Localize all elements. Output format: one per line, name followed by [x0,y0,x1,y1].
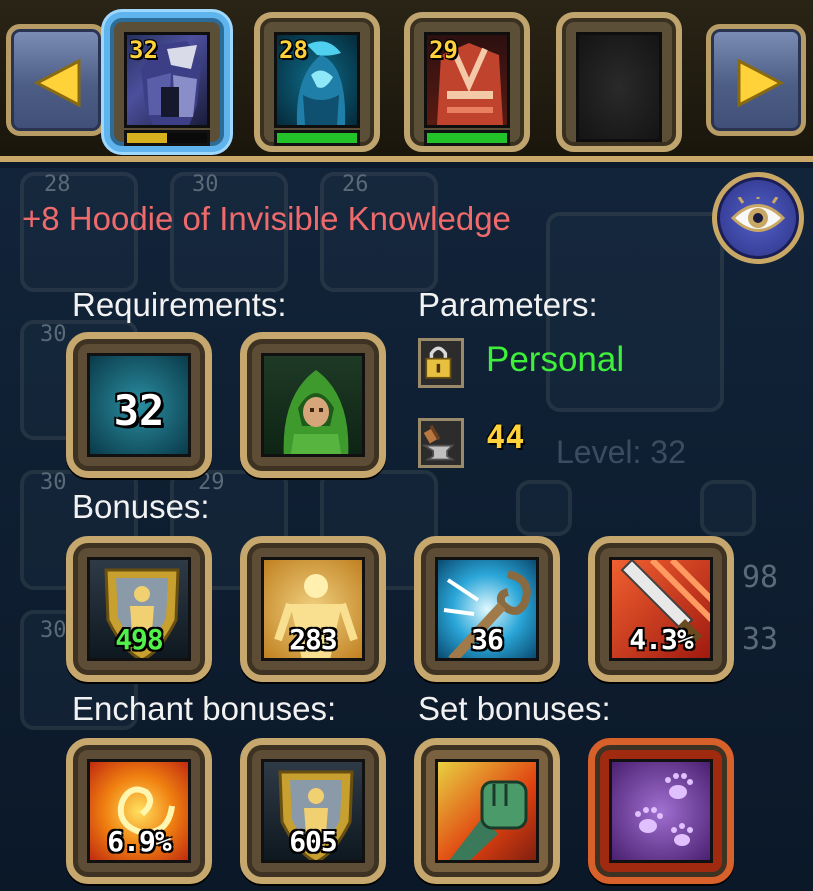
background-level: 26 [342,172,369,197]
character-progress-bar [424,130,510,146]
level-requirement-icon: 32 [87,353,191,457]
requirements-label: Requirements: [72,286,287,323]
background-level: 30 [40,470,67,495]
fire-swirl-icon: 6.9% [87,759,191,863]
enchant-bonus-value: 6.9% [107,825,171,858]
padlock-icon [418,338,464,388]
carousel-next-button[interactable] [706,24,806,136]
character-progress-bar [274,130,360,146]
parameters-label: Parameters: [418,286,598,323]
enchant-bonus-tile[interactable]: 6.9% [66,738,212,884]
armor-shield-icon: 605 [261,759,365,863]
character-progress-fill [277,133,357,143]
character-slot-empty[interactable] [556,12,682,152]
carousel-prev-button[interactable] [6,24,106,136]
ice-mage-icon: 28 [274,32,360,128]
background-stat: 98 [742,560,779,595]
character-slot-3[interactable]: 29 [404,12,530,152]
background-level: 30 [40,618,67,643]
background-equipment-slot [516,480,572,536]
bonus-value: 4.3% [629,623,693,656]
background-level: 28 [44,172,71,197]
character-slot-1[interactable]: 32 [104,12,230,152]
set-bonus-tile[interactable] [588,738,734,884]
background-stat: 33 [742,622,779,657]
stamina-figure-icon: 283 [261,557,365,661]
bonus-value: 36 [471,623,504,656]
red-warrior-icon: 29 [424,32,510,128]
character-level: 28 [279,36,308,64]
anvil-icon [418,418,464,468]
set-bonuses-label: Set bonuses: [418,690,611,727]
arrow-right-icon [737,58,785,108]
bonus-value: 283 [289,623,338,656]
requirement-level-tile[interactable]: 32 [66,332,212,478]
bonus-tile[interactable]: 498 [66,536,212,682]
character-carousel: 32 28 29 [0,0,813,162]
background-equipment-slot [700,480,756,536]
requirement-level-value: 32 [113,386,165,435]
bonus-value: 498 [115,623,164,656]
empty-slot-icon [576,32,662,142]
armor-shield-icon: 498 [87,557,191,661]
character-level: 32 [129,36,158,64]
character-level: 29 [429,36,458,64]
fist-icon [435,759,539,863]
requirement-class-tile[interactable] [240,332,386,478]
item-title: +8 Hoodie of Invisible Knowledge [22,200,511,237]
character-slot-2[interactable]: 28 [254,12,380,152]
magic-staff-icon: 36 [435,557,539,661]
view-item-button[interactable] [712,172,804,264]
arrow-left-icon [33,58,81,108]
character-progress-bar [124,130,210,146]
bonus-tile[interactable]: 36 [414,536,560,682]
set-bonus-tile[interactable] [414,738,560,884]
bonus-tile[interactable]: 4.3% [588,536,734,682]
armored-knight-icon: 32 [124,32,210,128]
background-level-label: Level: 32 [556,434,686,470]
paw-prints-icon [609,759,713,863]
bonus-tile[interactable]: 283 [240,536,386,682]
hooded-ranger-icon [261,353,365,457]
binding-status: Personal [486,340,625,379]
bonuses-label: Bonuses: [72,488,210,525]
enchant-bonus-value: 605 [289,825,338,858]
sword-crit-icon: 4.3% [609,557,713,661]
background-level: 30 [40,322,67,347]
enchant-bonuses-label: Enchant bonuses: [72,690,337,727]
background-level: 30 [192,172,219,197]
durability-value: 44 [486,418,525,456]
character-progress-fill [127,133,167,143]
character-progress-fill [427,133,507,143]
enchant-bonus-tile[interactable]: 605 [240,738,386,884]
eye-icon [731,197,785,232]
